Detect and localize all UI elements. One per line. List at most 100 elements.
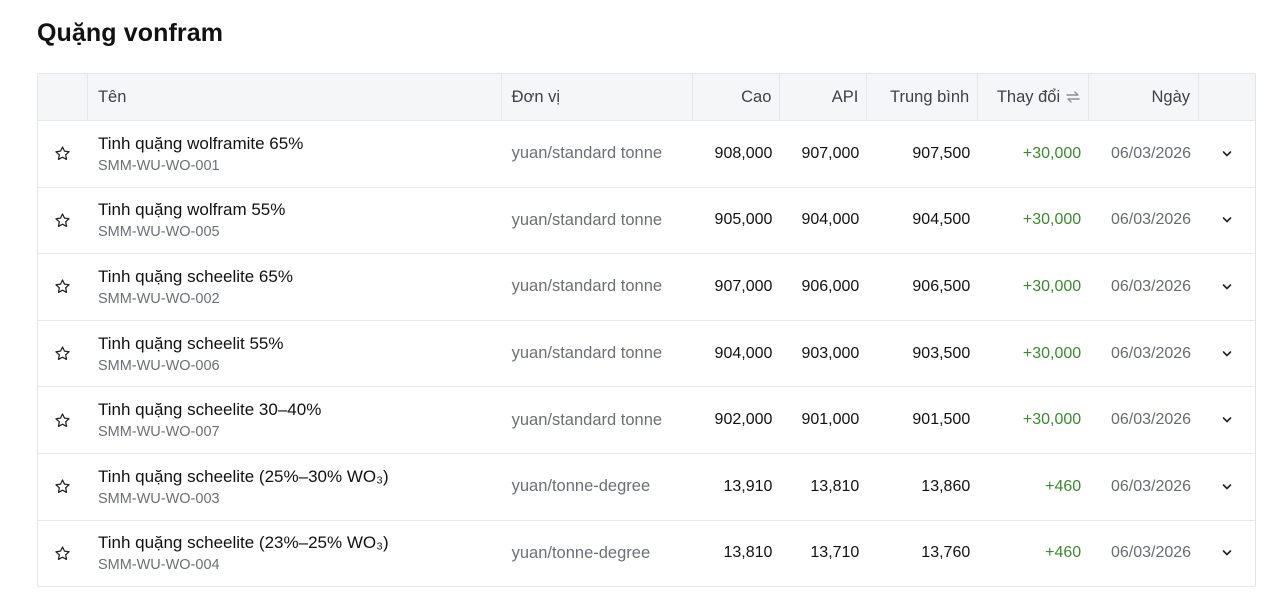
chevron-down-icon[interactable] [1221,549,1233,557]
chevron-down-icon[interactable] [1221,150,1233,158]
high-price-cell: 907,000 [714,277,773,295]
swap-arrows-icon[interactable] [1066,91,1080,103]
average-price-cell: 13,760 [921,544,971,562]
star-icon[interactable] [54,345,71,362]
table-row[interactable]: Tinh quặng scheelite 30–40% SMM-WU-WO-00… [38,386,1255,453]
table-row[interactable]: Tinh quặng scheelite (25%–30% WO₃) SMM-W… [38,452,1255,520]
expand-button[interactable] [1199,150,1255,158]
product-name[interactable]: Tinh quặng scheelite (25%–30% WO₃) [98,467,502,487]
chevron-down-icon[interactable] [1221,283,1233,291]
product-code: SMM-WU-WO-005 [97,224,220,241]
product-name-cell[interactable]: Tinh quặng scheelite (23%–25% WO₃) SMM-W… [88,533,502,573]
star-icon[interactable] [54,545,71,562]
product-name-cell[interactable]: Tinh quặng scheelite (25%–30% WO₃) SMM-W… [88,467,502,507]
product-code: SMM-WU-WO-001 [97,157,220,174]
high-price-cell: 13,810 [723,544,773,562]
product-name[interactable]: Tinh quặng scheelite 65% [98,267,502,287]
favorite-button[interactable] [38,278,88,295]
product-name-cell[interactable]: Tinh quặng scheelite 30–40% SMM-WU-WO-00… [88,400,502,440]
product-code: SMM-WU-WO-006 [97,357,220,374]
unit-cell: yuan/tonne-degree [511,477,651,496]
header-average: Trung bình [867,74,979,120]
table-row[interactable]: Tinh quặng scheelite 65% SMM-WU-WO-002 y… [38,253,1255,320]
average-price-cell: 906,500 [912,277,971,295]
date-cell: 06/03/2026 [1110,144,1192,162]
table-row[interactable]: Tinh quặng wolframite 65% SMM-WU-WO-001 … [38,120,1255,187]
product-name-cell[interactable]: Tinh quặng wolframite 65% SMM-WU-WO-001 [88,134,502,174]
expand-button[interactable] [1199,283,1255,291]
star-icon[interactable] [54,145,71,162]
change-cell: +30,000 [1022,344,1082,362]
product-code: SMM-WU-WO-002 [97,290,220,307]
product-name[interactable]: Tinh quặng scheelit 55% [98,334,502,354]
header-change-label: Thay đổi [996,87,1061,106]
favorite-button[interactable] [38,412,88,429]
api-price-cell: 907,000 [801,144,860,162]
average-price-cell: 13,860 [921,477,971,495]
favorite-button[interactable] [38,145,88,162]
expand-button[interactable] [1199,350,1255,358]
star-icon[interactable] [54,212,71,229]
expand-button[interactable] [1199,549,1255,557]
page-title: Quặng vonfram [37,19,224,47]
product-code: SMM-WU-WO-007 [97,424,220,441]
average-price-cell: 901,500 [912,411,971,429]
star-icon[interactable] [54,412,71,429]
header-api: API [780,74,868,120]
date-cell: 06/03/2026 [1110,344,1192,362]
favorite-button[interactable] [38,545,88,562]
header-date: Ngày [1089,74,1200,120]
change-cell: +30,000 [1022,144,1082,162]
change-cell: +30,000 [1022,411,1082,429]
unit-cell: yuan/tonne-degree [511,543,651,562]
product-code: SMM-WU-WO-003 [97,490,220,507]
product-name-cell[interactable]: Tinh quặng scheelit 55% SMM-WU-WO-006 [88,334,502,374]
change-cell: +30,000 [1022,277,1082,295]
high-price-cell: 905,000 [714,211,773,229]
product-name[interactable]: Tinh quặng scheelite 30–40% [98,400,502,420]
product-name[interactable]: Tinh quặng scheelite (23%–25% WO₃) [98,533,502,553]
favorite-button[interactable] [38,212,88,229]
average-price-cell: 904,500 [912,211,971,229]
product-name[interactable]: Tinh quặng wolfram 55% [98,200,502,220]
average-price-cell: 907,500 [912,144,971,162]
favorite-button[interactable] [38,478,88,495]
chevron-down-icon[interactable] [1221,350,1233,358]
unit-cell: yuan/standard tonne [511,144,663,163]
api-price-cell: 904,000 [801,211,860,229]
date-cell: 06/03/2026 [1110,277,1192,295]
table-header: Tên Đơn vị Cao API Trung bình Thay đổi N… [38,74,1255,120]
table-row[interactable]: Tinh quặng scheelit 55% SMM-WU-WO-006 yu… [38,319,1255,387]
favorite-button[interactable] [38,345,88,362]
expand-button[interactable] [1199,216,1255,224]
date-cell: 06/03/2026 [1110,477,1192,495]
table-row[interactable]: Tinh quặng scheelite (23%–25% WO₃) SMM-W… [38,519,1255,587]
star-icon[interactable] [54,278,71,295]
product-name[interactable]: Tinh quặng wolframite 65% [98,134,502,154]
header-high: Cao [693,74,781,120]
header-name: Tên [88,74,502,120]
chevron-down-icon[interactable] [1221,416,1233,424]
api-price-cell: 903,000 [801,344,860,362]
high-price-cell: 13,910 [723,477,773,495]
api-price-cell: 906,000 [801,277,860,295]
header-star-column [38,74,88,120]
change-cell: +460 [1045,544,1082,562]
unit-cell: yuan/standard tonne [511,210,663,229]
product-name-cell[interactable]: Tinh quặng wolfram 55% SMM-WU-WO-005 [88,200,502,240]
date-cell: 06/03/2026 [1110,211,1192,229]
star-icon[interactable] [54,478,71,495]
header-unit: Đơn vị [502,74,694,120]
api-price-cell: 13,710 [810,544,860,562]
header-change[interactable]: Thay đổi [978,74,1090,120]
chevron-down-icon[interactable] [1221,216,1233,224]
expand-button[interactable] [1199,416,1255,424]
expand-button[interactable] [1199,483,1255,491]
average-price-cell: 903,500 [912,344,971,362]
table-row[interactable]: Tinh quặng wolfram 55% SMM-WU-WO-005 yua… [38,186,1255,254]
product-name-cell[interactable]: Tinh quặng scheelite 65% SMM-WU-WO-002 [88,267,502,307]
change-cell: +460 [1045,477,1082,495]
change-cell: +30,000 [1022,211,1082,229]
chevron-down-icon[interactable] [1221,483,1233,491]
unit-cell: yuan/standard tonne [511,410,663,429]
